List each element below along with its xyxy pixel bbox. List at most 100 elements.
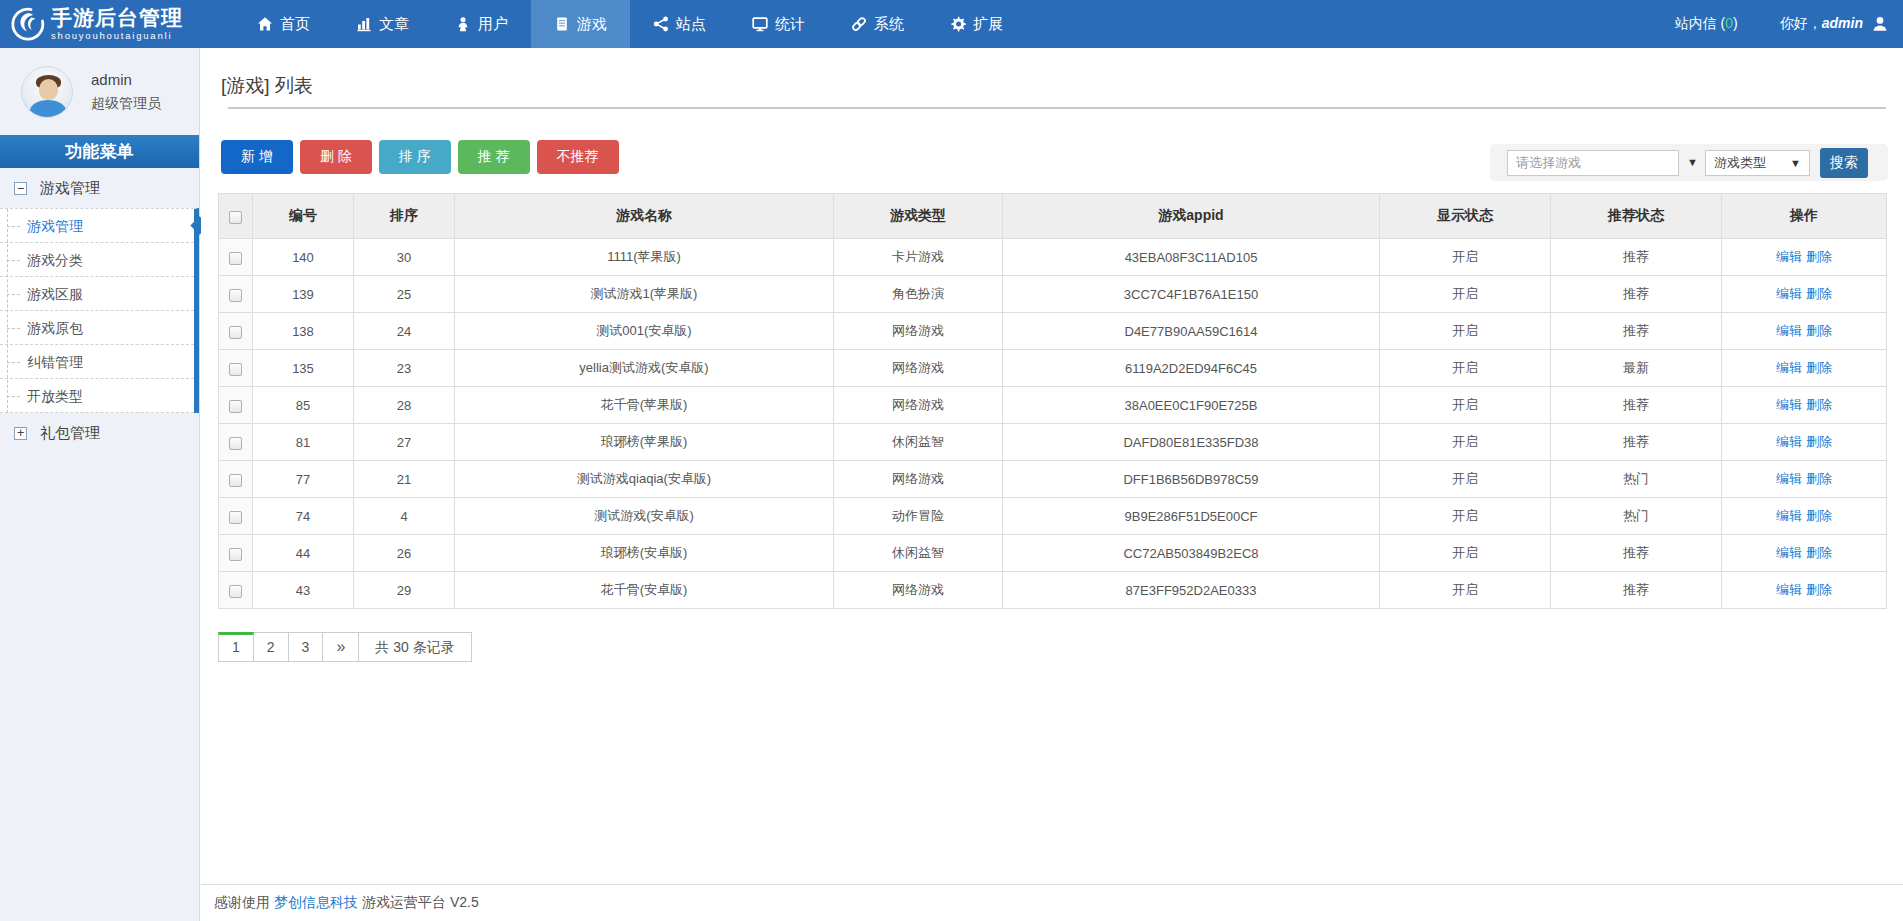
edit-link[interactable]: 编辑 bbox=[1776, 582, 1802, 597]
table-row: 13824测试001(安卓版)网络游戏D4E77B90AA59C1614开启推荐… bbox=[219, 313, 1887, 350]
delete-link[interactable]: 删除 bbox=[1806, 545, 1832, 560]
edit-link[interactable]: 编辑 bbox=[1776, 434, 1802, 449]
edit-link[interactable]: 编辑 bbox=[1776, 545, 1802, 560]
page-button-1[interactable]: 1 bbox=[218, 632, 254, 662]
cell-name: 花千骨(苹果版) bbox=[455, 387, 834, 424]
row-checkbox[interactable] bbox=[229, 474, 242, 487]
nav-item-7[interactable]: 系统 bbox=[828, 0, 927, 48]
game-select-arrow-icon[interactable]: ▼ bbox=[1687, 156, 1698, 168]
submenu-item-纠错管理[interactable]: 纠错管理 bbox=[0, 345, 194, 379]
edit-link[interactable]: 编辑 bbox=[1776, 397, 1802, 412]
submenu-item-游戏分类[interactable]: 游戏分类 bbox=[0, 243, 194, 277]
search-button[interactable]: 搜索 bbox=[1820, 148, 1868, 178]
home-icon bbox=[257, 16, 273, 32]
next-page-button[interactable]: » bbox=[323, 632, 359, 662]
nav-item-3[interactable]: 用户 bbox=[432, 0, 531, 48]
cell-display-status: 开启 bbox=[1380, 424, 1551, 461]
delete-link[interactable]: 删除 bbox=[1806, 471, 1832, 486]
user-avatar bbox=[21, 66, 73, 118]
edit-link[interactable]: 编辑 bbox=[1776, 471, 1802, 486]
delete-link[interactable]: 删除 bbox=[1806, 323, 1832, 338]
edit-link[interactable]: 编辑 bbox=[1776, 508, 1802, 523]
delete-link[interactable]: 删除 bbox=[1806, 434, 1832, 449]
cell-sort: 28 bbox=[354, 387, 455, 424]
nav-item-1[interactable]: 首页 bbox=[234, 0, 333, 48]
table-row: 4329花千骨(安卓版)网络游戏87E3FF952D2AE0333开启推荐编辑删… bbox=[219, 572, 1887, 609]
delete-button[interactable]: 删 除 bbox=[300, 140, 372, 174]
cell-recommend-status: 推荐 bbox=[1551, 387, 1722, 424]
column-header-3: 游戏名称 bbox=[455, 194, 834, 239]
sort-button[interactable]: 排 序 bbox=[379, 140, 451, 174]
cell-type: 动作冒险 bbox=[834, 498, 1003, 535]
submenu-item-游戏原包[interactable]: 游戏原包 bbox=[0, 311, 194, 345]
delete-link[interactable]: 删除 bbox=[1806, 582, 1832, 597]
cell-recommend-status: 推荐 bbox=[1551, 313, 1722, 350]
add-button[interactable]: 新 增 bbox=[221, 140, 293, 174]
cell-appid: 43EBA08F3C11AD105 bbox=[1003, 239, 1380, 276]
collapse-icon[interactable]: − bbox=[14, 182, 27, 195]
app-logo: 手游后台管理 shouyouhoutaiguanli bbox=[0, 0, 200, 48]
cell-actions: 编辑删除 bbox=[1722, 461, 1887, 498]
page-button-2[interactable]: 2 bbox=[254, 632, 289, 662]
cell-name: 测试游戏qiaqia(安卓版) bbox=[455, 461, 834, 498]
cell-display-status: 开启 bbox=[1380, 498, 1551, 535]
row-checkbox[interactable] bbox=[229, 585, 242, 598]
edit-link[interactable]: 编辑 bbox=[1776, 360, 1802, 375]
delete-link[interactable]: 删除 bbox=[1806, 286, 1832, 301]
unrecommend-button[interactable]: 不推荐 bbox=[537, 140, 619, 174]
cell-recommend-status: 推荐 bbox=[1551, 239, 1722, 276]
row-checkbox[interactable] bbox=[229, 511, 242, 524]
row-checkbox[interactable] bbox=[229, 289, 242, 302]
edit-link[interactable]: 编辑 bbox=[1776, 249, 1802, 264]
expand-icon[interactable]: + bbox=[14, 427, 27, 440]
delete-link[interactable]: 删除 bbox=[1806, 249, 1832, 264]
menu-group-1[interactable]: −游戏管理 bbox=[0, 168, 199, 208]
row-checkbox[interactable] bbox=[229, 400, 242, 413]
edit-link[interactable]: 编辑 bbox=[1776, 323, 1802, 338]
row-checkbox[interactable] bbox=[229, 437, 242, 450]
nav-item-4[interactable]: 游戏 bbox=[531, 0, 630, 48]
submenu-item-开放类型[interactable]: 开放类型 bbox=[0, 379, 194, 413]
menu-group-2[interactable]: +礼包管理 bbox=[0, 413, 199, 453]
delete-link[interactable]: 删除 bbox=[1806, 508, 1832, 523]
cell-id: 44 bbox=[253, 535, 354, 572]
bar-chart-icon bbox=[356, 16, 372, 32]
nav-item-8[interactable]: 扩展 bbox=[927, 0, 1026, 48]
row-checkbox[interactable] bbox=[229, 252, 242, 265]
row-checkbox[interactable] bbox=[229, 326, 242, 339]
footer-text: 感谢使用 bbox=[214, 894, 270, 912]
monitor-icon bbox=[752, 16, 768, 32]
cell-appid: CC72AB503849B2EC8 bbox=[1003, 535, 1380, 572]
cell-id: 139 bbox=[253, 276, 354, 313]
row-checkbox[interactable] bbox=[229, 363, 242, 376]
footer: 感谢使用 梦创信息科技 游戏运营平台 V2.5 bbox=[201, 884, 1903, 921]
main-nav: 首页文章用户游戏 站点 统计 系统 扩展 bbox=[234, 0, 1026, 48]
footer-company-link[interactable]: 梦创信息科技 bbox=[274, 894, 358, 912]
cell-name: 测试游戏(安卓版) bbox=[455, 498, 834, 535]
delete-link[interactable]: 删除 bbox=[1806, 397, 1832, 412]
cell-name: 测试001(安卓版) bbox=[455, 313, 834, 350]
select-all-checkbox[interactable] bbox=[229, 211, 242, 224]
table-row: 140301111(苹果版)卡片游戏43EBA08F3C11AD105开启推荐编… bbox=[219, 239, 1887, 276]
user-avatar-icon[interactable] bbox=[1871, 15, 1889, 33]
game-select[interactable]: 请选择游戏 ▼ bbox=[1507, 150, 1679, 176]
row-checkbox[interactable] bbox=[229, 548, 242, 561]
nav-item-label: 扩展 bbox=[973, 15, 1003, 34]
submenu-item-游戏区服[interactable]: 游戏区服 bbox=[0, 277, 194, 311]
edit-link[interactable]: 编辑 bbox=[1776, 286, 1802, 301]
nav-item-6[interactable]: 统计 bbox=[729, 0, 828, 48]
game-type-select[interactable]: 游戏类型 ▼ bbox=[1705, 150, 1810, 176]
cell-sort: 29 bbox=[354, 572, 455, 609]
nav-item-2[interactable]: 文章 bbox=[333, 0, 432, 48]
cell-recommend-status: 推荐 bbox=[1551, 276, 1722, 313]
recommend-button[interactable]: 推 荐 bbox=[458, 140, 530, 174]
page-button-3[interactable]: 3 bbox=[289, 632, 324, 662]
nav-item-label: 站点 bbox=[676, 15, 706, 34]
messages-link[interactable]: 站内信 (0) bbox=[1675, 15, 1738, 33]
delete-link[interactable]: 删除 bbox=[1806, 360, 1832, 375]
cell-actions: 编辑删除 bbox=[1722, 498, 1887, 535]
submenu-item-游戏管理[interactable]: 游戏管理 bbox=[0, 209, 194, 243]
share-nodes-icon bbox=[653, 16, 669, 32]
nav-item-5[interactable]: 站点 bbox=[630, 0, 729, 48]
nav-item-label: 统计 bbox=[775, 15, 805, 34]
